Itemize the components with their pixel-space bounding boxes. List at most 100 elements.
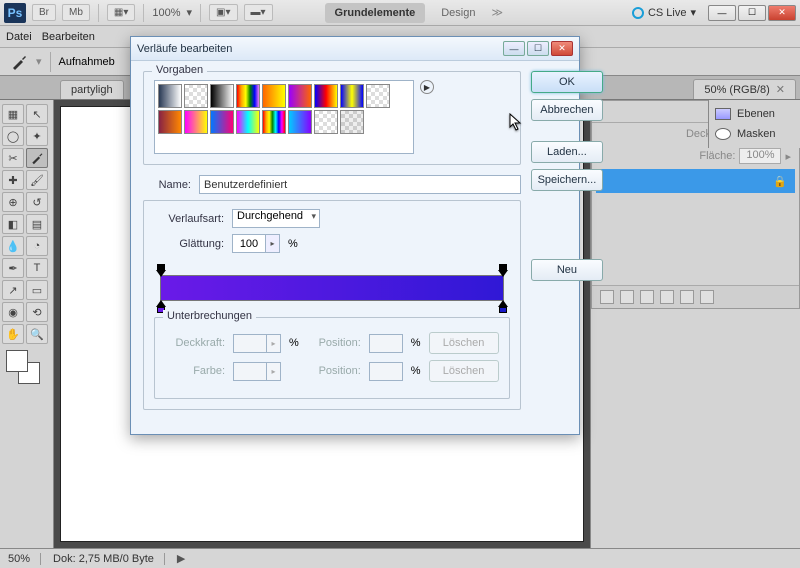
type-dropdown[interactable]: Durchgehend bbox=[232, 209, 320, 228]
workspace-tab-design[interactable]: Design bbox=[431, 3, 485, 23]
preset-swatch[interactable] bbox=[262, 110, 286, 134]
close-icon[interactable]: ✕ bbox=[776, 84, 785, 96]
tool-zoom[interactable]: 🔍 bbox=[26, 324, 48, 344]
gradient-bar[interactable] bbox=[160, 275, 504, 301]
save-button[interactable]: Speichern... bbox=[531, 169, 604, 191]
preset-swatch[interactable] bbox=[210, 110, 234, 134]
preset-swatch[interactable] bbox=[288, 110, 312, 134]
tool-dodge[interactable]: ◔ bbox=[26, 236, 48, 256]
window-minimize[interactable]: — bbox=[708, 5, 736, 21]
tool-hand[interactable]: ✋ bbox=[2, 324, 24, 344]
presets-menu-icon[interactable]: ▶ bbox=[420, 80, 434, 94]
panel-tab-ebenen[interactable]: Ebenen bbox=[713, 104, 796, 124]
tool-type[interactable]: T bbox=[26, 258, 48, 278]
mask-icon[interactable] bbox=[620, 290, 634, 304]
gradient-ramp[interactable] bbox=[154, 265, 510, 309]
layers-icon bbox=[715, 108, 731, 120]
spinner-arrow-icon[interactable]: ▸ bbox=[266, 234, 280, 253]
load-button[interactable]: Laden... bbox=[531, 141, 604, 163]
preset-swatch[interactable] bbox=[340, 84, 364, 108]
tool-3drotate[interactable]: ⟲ bbox=[26, 302, 48, 322]
document-tab-left[interactable]: partyligh bbox=[60, 80, 124, 99]
dialog-minimize[interactable]: — bbox=[503, 41, 525, 56]
tool-brush[interactable]: 🖌 bbox=[26, 170, 48, 190]
tool-shape[interactable]: ▭ bbox=[26, 280, 48, 300]
delete-opacity-stop-button: Löschen bbox=[429, 332, 499, 354]
preset-swatch[interactable] bbox=[236, 110, 260, 134]
dialog-titlebar[interactable]: Verläufe bearbeiten — ☐ ✕ bbox=[131, 37, 579, 61]
new-button[interactable]: Neu bbox=[531, 259, 604, 281]
arrange-button-1[interactable]: ▣▾ bbox=[209, 4, 237, 21]
minibridge-button[interactable]: Mb bbox=[62, 4, 90, 21]
tool-stamp[interactable]: ⊕ bbox=[2, 192, 24, 212]
smoothness-input[interactable]: ▸ bbox=[232, 234, 280, 253]
presets-grid[interactable] bbox=[154, 80, 414, 154]
bridge-button[interactable]: Br bbox=[32, 4, 56, 21]
preset-swatch[interactable] bbox=[158, 84, 182, 108]
preset-swatch[interactable] bbox=[288, 84, 312, 108]
tool-eraser[interactable]: ◧ bbox=[2, 214, 24, 234]
color-swatches[interactable] bbox=[6, 350, 40, 384]
status-arrow-icon[interactable]: ▶ bbox=[177, 552, 185, 565]
tool-preset-icon[interactable] bbox=[10, 53, 28, 71]
dialog-maximize[interactable]: ☐ bbox=[527, 41, 549, 56]
tool-path[interactable]: ↗ bbox=[2, 280, 24, 300]
options-sample-label: Aufnahmeb bbox=[59, 56, 115, 68]
preset-swatch[interactable] bbox=[314, 84, 338, 108]
stop-position-label: Position: bbox=[307, 337, 361, 349]
layer-row[interactable]: 🔒 bbox=[596, 169, 795, 193]
tool-blur[interactable]: 💧 bbox=[2, 236, 24, 256]
trash-icon[interactable] bbox=[700, 290, 714, 304]
tool-crop[interactable]: ✂ bbox=[2, 148, 24, 168]
tool-lasso[interactable]: ◯ bbox=[2, 126, 24, 146]
tool-pen[interactable]: ✒ bbox=[2, 258, 24, 278]
preset-swatch[interactable] bbox=[158, 110, 182, 134]
tool-gradient[interactable]: ▤ bbox=[26, 214, 48, 234]
adjust-icon[interactable] bbox=[660, 290, 674, 304]
tool-history[interactable]: ↺ bbox=[26, 192, 48, 212]
document-tab-right[interactable]: 50% (RGB/8)✕ bbox=[693, 79, 796, 99]
preset-swatch[interactable] bbox=[236, 84, 260, 108]
preset-swatch[interactable] bbox=[366, 84, 390, 108]
right-panel-tabs: Ebenen Masken bbox=[708, 100, 800, 148]
preset-swatch[interactable] bbox=[314, 110, 338, 134]
dialog-close[interactable]: ✕ bbox=[551, 41, 573, 56]
tool-eyedropper[interactable] bbox=[26, 148, 48, 168]
status-zoom[interactable]: 50% bbox=[8, 553, 41, 565]
menu-bearbeiten[interactable]: Bearbeiten bbox=[42, 31, 95, 43]
fill-value[interactable]: 100% bbox=[739, 148, 781, 164]
masks-icon bbox=[715, 128, 731, 140]
cslive-button[interactable]: CS Live▾ bbox=[632, 6, 696, 19]
panel-tab-masken[interactable]: Masken bbox=[713, 124, 796, 144]
tool-wand[interactable]: ✦ bbox=[26, 126, 48, 146]
status-docinfo[interactable]: Dok: 2,75 MB/0 Byte bbox=[53, 553, 165, 565]
workspace-tab-grundelemente[interactable]: Grundelemente bbox=[325, 3, 426, 23]
window-maximize[interactable]: ☐ bbox=[738, 5, 766, 21]
ok-button[interactable]: OK bbox=[531, 71, 604, 93]
folder-icon[interactable] bbox=[640, 290, 654, 304]
tool-move[interactable]: ▦ bbox=[2, 104, 24, 124]
window-close[interactable]: ✕ bbox=[768, 5, 796, 21]
opacity-stop-right[interactable] bbox=[498, 264, 508, 276]
tool-heal[interactable]: ✚ bbox=[2, 170, 24, 190]
tool-3d[interactable]: ◉ bbox=[2, 302, 24, 322]
name-label: Name: bbox=[143, 179, 191, 191]
cancel-button[interactable]: Abbrechen bbox=[531, 99, 604, 121]
preset-swatch[interactable] bbox=[340, 110, 364, 134]
zoom-display[interactable]: 100% bbox=[152, 7, 180, 19]
screen-mode-button[interactable]: ▦▾ bbox=[107, 4, 135, 21]
opacity-stop-left[interactable] bbox=[156, 264, 166, 276]
arrange-button-2[interactable]: ▬▾ bbox=[244, 4, 273, 21]
color-stop-right[interactable] bbox=[498, 300, 508, 312]
newlayer-icon[interactable] bbox=[680, 290, 694, 304]
tool-marquee[interactable]: ↖ bbox=[26, 104, 48, 124]
preset-swatch[interactable] bbox=[184, 84, 208, 108]
fill-label: Fläche: bbox=[699, 150, 735, 162]
menu-datei[interactable]: Datei bbox=[6, 31, 32, 43]
stops-fieldset: Unterbrechungen Deckkraft: ▸ % Position:… bbox=[154, 317, 510, 399]
preset-swatch[interactable] bbox=[184, 110, 208, 134]
preset-swatch[interactable] bbox=[262, 84, 286, 108]
presets-legend: Vorgaben bbox=[152, 64, 207, 76]
name-input[interactable] bbox=[199, 175, 521, 194]
preset-swatch[interactable] bbox=[210, 84, 234, 108]
